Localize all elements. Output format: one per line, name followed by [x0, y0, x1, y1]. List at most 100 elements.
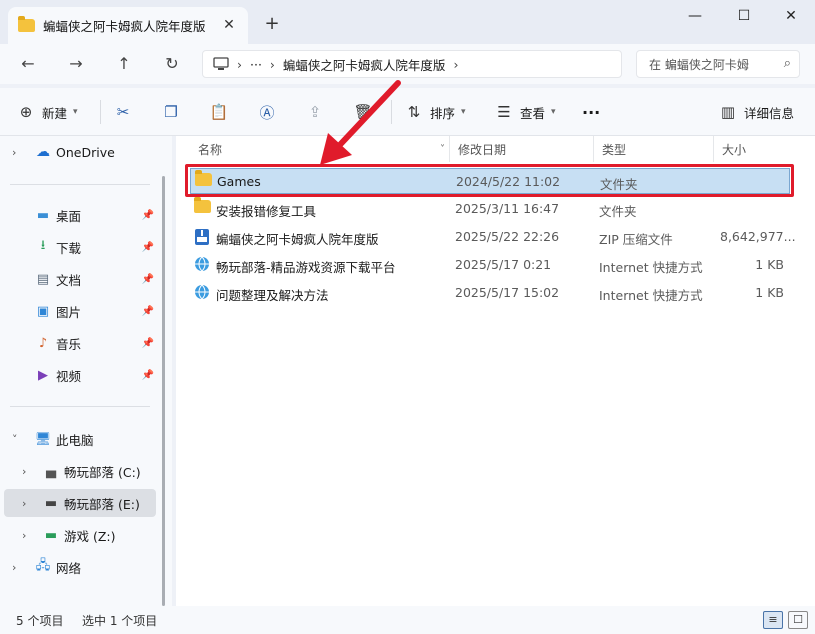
music-icon: ♪ [38, 335, 48, 351]
sidebar-item-label: 桌面 [56, 208, 82, 224]
paste-button[interactable]: 📋 [209, 100, 229, 124]
sidebar-item-label: 此电脑 [56, 432, 94, 448]
new-label: 新建 [42, 105, 68, 121]
table-row[interactable]: 安装报错修复工具 2025/3/11 16:47 文件夹 [190, 196, 790, 222]
view-button[interactable]: ☰ 查看 ▾ [494, 100, 555, 124]
tab-current[interactable]: 蝙蝠侠之阿卡姆疯人院年度版 ✕ [8, 7, 248, 44]
sidebar-item-label: OneDrive [56, 144, 115, 160]
details-pane-button[interactable]: ▥ 详细信息 [718, 100, 794, 124]
sidebar-item-videos[interactable]: ▶ 视频 📌 [4, 361, 156, 389]
sort-label: 排序 [430, 105, 456, 121]
highlight-box [185, 164, 794, 197]
column-header-type[interactable]: 类型 [594, 136, 714, 162]
address-more[interactable]: ··· [250, 57, 262, 72]
cut-icon: ✂ [116, 103, 130, 121]
sidebar-item-onedrive[interactable]: › ☁ OneDrive [4, 138, 156, 166]
address-bar[interactable]: › ··· › 蝙蝠侠之阿卡姆疯人院年度版 › [202, 50, 622, 78]
computer-icon: 🖥 [34, 431, 52, 447]
view-icon: ☰ [497, 103, 511, 121]
back-button[interactable]: ← [16, 52, 40, 76]
sidebar-item-drive-z[interactable]: › ▬ 游戏 (Z:) [4, 521, 156, 549]
copy-icon: ❐ [164, 103, 178, 121]
chevron-down-icon: ▾ [73, 107, 78, 117]
file-type: ZIP 压缩文件 [599, 232, 673, 247]
search-input[interactable]: 在 蝙蝠侠之阿卡姆 ⌕ [636, 50, 800, 78]
chevron-right-icon[interactable]: › [12, 561, 16, 574]
file-size: 8,642,977... [720, 229, 796, 244]
pin-icon: 📌 [141, 337, 154, 349]
sidebar-item-label: 图片 [56, 304, 82, 320]
maximize-button[interactable]: ☐ [730, 6, 758, 26]
status-bar: 5 个项目 选中 1 个项目 ≡ ☐ [0, 606, 815, 634]
details-view-button[interactable]: ≡ [763, 611, 783, 629]
rename-button[interactable]: Ⓐ [257, 100, 277, 124]
file-name: 问题整理及解决方法 [216, 288, 329, 303]
minimize-button[interactable]: — [681, 6, 709, 26]
selected-count: 选中 1 个项目 [82, 614, 158, 628]
up-button[interactable]: ↑ [112, 52, 136, 76]
new-button[interactable]: ⊕ 新建 ▾ [16, 100, 78, 124]
copy-button[interactable]: ❐ [161, 100, 181, 124]
divider [10, 184, 150, 185]
cut-button[interactable]: ✂ [113, 100, 133, 124]
arrow-annotation-icon [320, 80, 401, 165]
sidebar-item-music[interactable]: ♪ 音乐 📌 [4, 329, 156, 357]
column-header-date[interactable]: 修改日期 [450, 136, 594, 162]
chevron-right-icon: › [237, 56, 242, 72]
tab-close-icon[interactable]: ✕ [220, 16, 238, 34]
more-options-button[interactable]: ··· [582, 100, 600, 124]
pin-icon: 📌 [141, 305, 154, 317]
table-row[interactable]: 畅玩部落-精品游戏资源下载平台 2025/5/17 0:21 Internet … [190, 252, 790, 278]
video-icon: ▶ [38, 367, 48, 383]
sidebar-item-downloads[interactable]: ⭳ 下载 📌 [4, 233, 156, 261]
sidebar-item-this-pc[interactable]: ˅ 🖥 此电脑 [4, 425, 156, 453]
sidebar-item-label: 下载 [56, 240, 82, 256]
pictures-icon: ▣ [36, 303, 50, 319]
table-row[interactable]: 蝙蝠侠之阿卡姆疯人院年度版 2025/5/22 22:26 ZIP 压缩文件 8… [190, 224, 796, 250]
column-header-size[interactable]: 大小 [714, 136, 794, 162]
sidebar-item-label: 畅玩部落 (E:) [64, 496, 140, 512]
file-type: Internet 快捷方式 [599, 260, 703, 275]
internet-shortcut-icon [194, 256, 212, 272]
drive-z-icon: ▬ [44, 527, 58, 543]
table-row[interactable]: 问题整理及解决方法 2025/5/17 15:02 Internet 快捷方式 … [190, 280, 790, 306]
chevron-right-icon[interactable]: › [12, 146, 16, 159]
refresh-button[interactable]: ↻ [160, 52, 184, 76]
tiles-view-button[interactable]: ☐ [788, 611, 808, 629]
details-label: 详细信息 [744, 105, 795, 121]
file-date: 2025/5/17 0:21 [455, 257, 552, 272]
chevron-right-icon: › [453, 56, 459, 72]
address-path[interactable]: 蝙蝠侠之阿卡姆疯人院年度版 [283, 55, 446, 74]
sort-button[interactable]: ⇅ 排序 ▾ [404, 100, 466, 124]
sidebar-item-documents[interactable]: ▤ 文档 📌 [4, 265, 156, 293]
download-icon: ⭳ [40, 238, 46, 253]
sidebar-item-desktop[interactable]: ▬ 桌面 📌 [4, 201, 156, 229]
chevron-right-icon[interactable]: › [22, 529, 26, 542]
sidebar-item-label: 视频 [56, 368, 82, 384]
sidebar-item-drive-e[interactable]: › ▬ 畅玩部落 (E:) [4, 489, 156, 517]
tab-title: 蝙蝠侠之阿卡姆疯人院年度版 [43, 19, 206, 34]
sidebar-item-network[interactable]: › 🖧 网络 [4, 553, 156, 581]
file-type: 文件夹 [599, 204, 637, 219]
cloud-icon: ☁ [36, 144, 50, 160]
column-header-label: 类型 [602, 142, 627, 157]
navigation-pane: › ☁ OneDrive ▬ 桌面 📌 ⭳ 下载 📌 ▤ 文档 📌 ▣ 图片 📌… [0, 136, 172, 606]
close-button[interactable]: ✕ [777, 6, 805, 26]
chevron-down-icon[interactable]: ˅ [12, 433, 18, 446]
sidebar-scrollbar[interactable] [162, 176, 165, 606]
file-size: 1 KB [755, 257, 784, 272]
drive-e-icon: ▬ [44, 495, 58, 511]
column-header-label: 名称 [198, 142, 223, 157]
sidebar-item-pictures[interactable]: ▣ 图片 📌 [4, 297, 156, 325]
item-count: 5 个项目 [16, 614, 64, 628]
chevron-right-icon[interactable]: › [22, 465, 26, 478]
new-tab-button[interactable]: + [262, 14, 282, 34]
forward-button[interactable]: → [64, 52, 88, 76]
rename-icon: Ⓐ [259, 103, 275, 122]
network-icon: 🖧 [35, 558, 51, 573]
computer-icon [213, 57, 229, 70]
sidebar-item-drive-c[interactable]: › ▄ 畅玩部落 (C:) [4, 457, 156, 485]
chevron-right-icon[interactable]: › [22, 497, 26, 510]
file-name: 畅玩部落-精品游戏资源下载平台 [216, 260, 396, 275]
file-type: Internet 快捷方式 [599, 288, 703, 303]
